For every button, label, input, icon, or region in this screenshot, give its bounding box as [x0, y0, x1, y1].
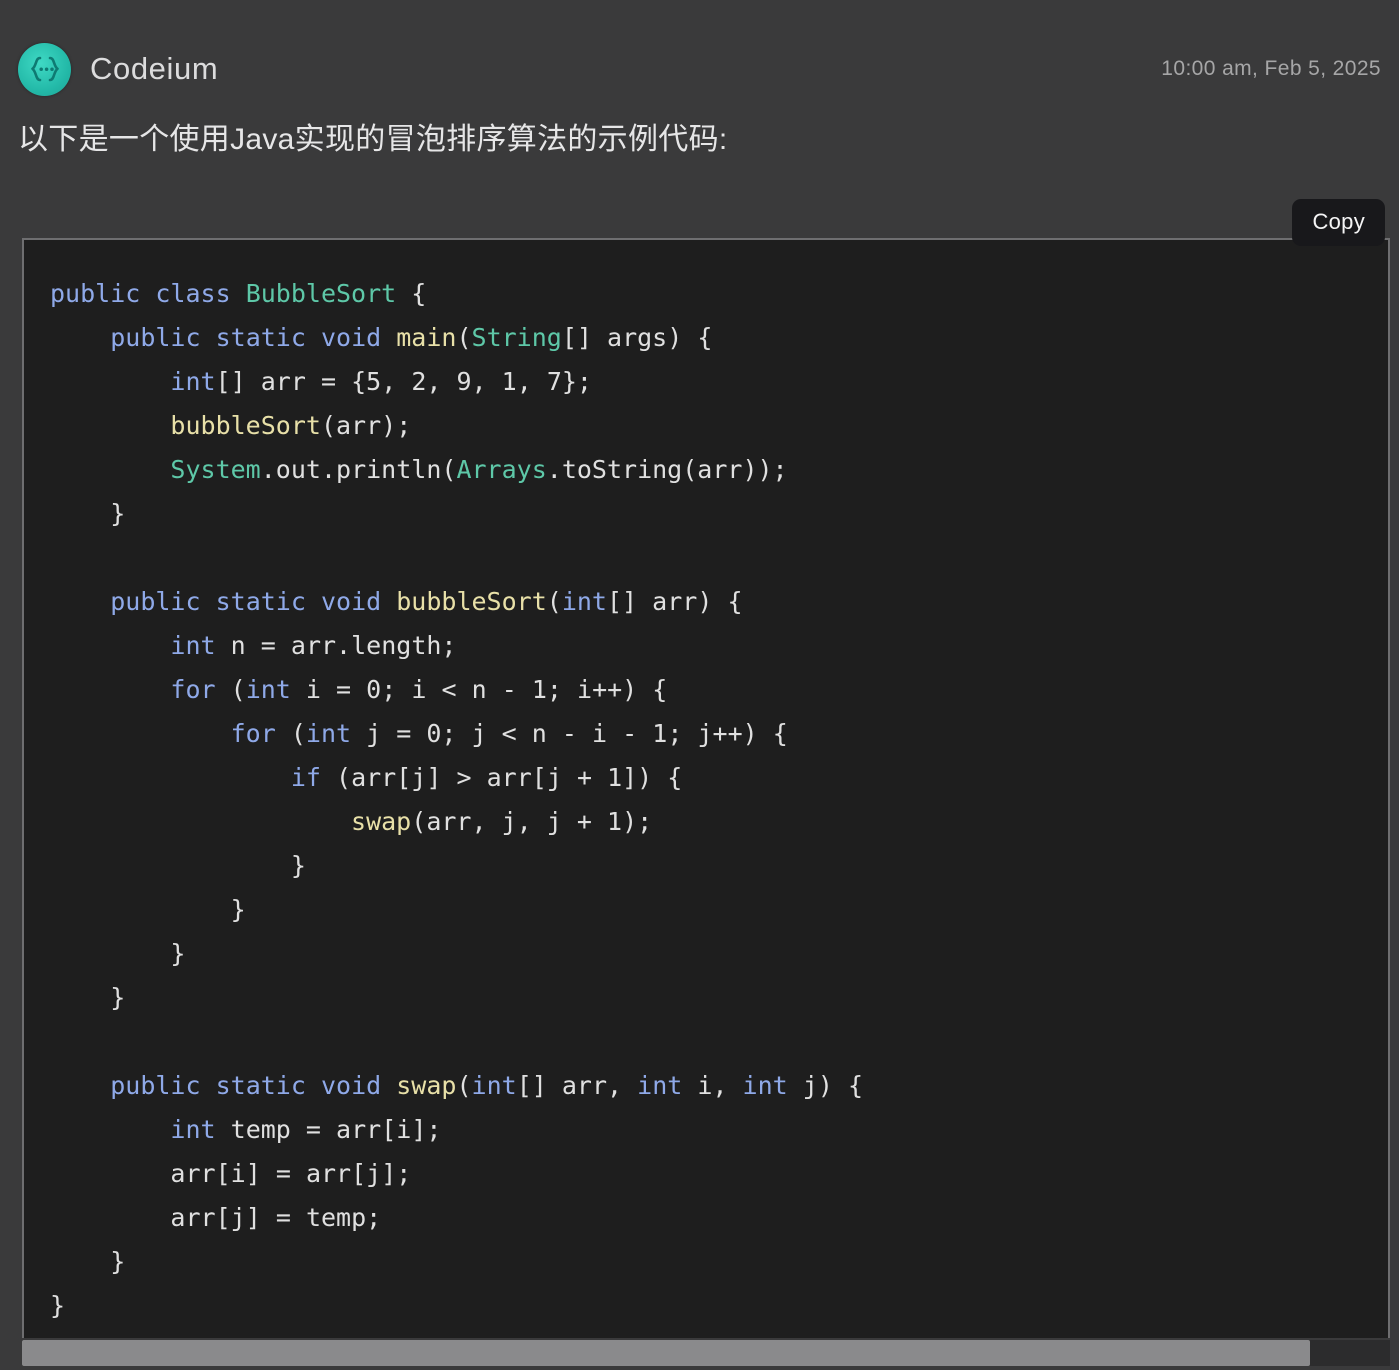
copy-button[interactable]: Copy [1292, 199, 1385, 246]
code-block: public class BubbleSort { public static … [22, 238, 1390, 1338]
codeium-braces-icon [28, 56, 62, 82]
code-horizontal-scrollbar[interactable] [22, 1340, 1390, 1366]
message-timestamp: 10:00 am, Feb 5, 2025 [1161, 57, 1381, 80]
code-scrollbar-thumb[interactable] [22, 1340, 1310, 1366]
agent-name: Codeium [90, 51, 219, 86]
code-scroll-area[interactable]: public class BubbleSort { public static … [24, 240, 1388, 1338]
message-intro-text: 以下是一个使用Java实现的冒泡排序算法的示例代码: [18, 123, 728, 156]
code-content: public class BubbleSort { public static … [50, 279, 864, 1320]
message-header: Codeium 10:00 am, Feb 5, 2025 [18, 40, 1385, 98]
avatar [18, 42, 71, 96]
